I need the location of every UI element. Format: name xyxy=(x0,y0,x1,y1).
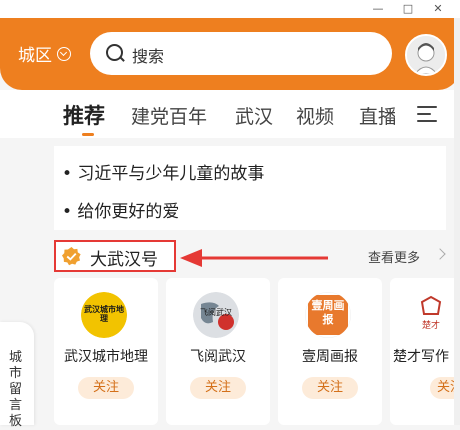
tab-party-centenary[interactable]: 建党百年 xyxy=(131,102,207,129)
account-card[interactable]: 壹周画报 壹周画报 关注 xyxy=(278,278,382,425)
follow-button[interactable]: 关注 xyxy=(78,377,134,399)
menu-icon[interactable] xyxy=(417,106,437,122)
tab-wuhan[interactable]: 武汉 xyxy=(235,102,273,129)
account-name: 壹周画报 xyxy=(302,349,358,365)
logo-text: 武汉城市地理 xyxy=(84,305,124,323)
app-header: 城区 搜索 xyxy=(0,18,460,90)
tab-video[interactable]: 视频 xyxy=(296,102,334,129)
news-item[interactable]: • 习近平与少年儿童的故事 xyxy=(62,159,264,184)
avatar[interactable] xyxy=(405,34,447,76)
search-placeholder: 搜索 xyxy=(132,47,165,66)
city-label: 城区 xyxy=(18,46,52,66)
section-header[interactable]: 大武汉号 xyxy=(54,240,176,272)
maximize-button[interactable]: □ xyxy=(398,1,418,17)
account-name: 武汉城市地理 xyxy=(64,349,148,365)
follow-button[interactable]: 关注 xyxy=(302,377,358,399)
city-message-board-tab[interactable]: 城市留言板 xyxy=(0,322,34,429)
minimize-button[interactable]: — xyxy=(368,1,388,17)
scrollbar[interactable] xyxy=(454,18,460,425)
account-name: 飞阅武汉 xyxy=(190,349,246,365)
search-icon xyxy=(106,44,123,61)
account-card[interactable]: 武汉城市地理 武汉城市地理 关注 xyxy=(54,278,158,425)
news-list: • 习近平与少年儿童的故事 • 给你更好的爱 xyxy=(54,146,446,230)
follow-button[interactable]: 关注 xyxy=(190,377,246,399)
tab-recommend[interactable]: 推荐 xyxy=(63,100,105,130)
account-name: 楚才写作 xyxy=(393,349,449,365)
logo-text: 楚才 xyxy=(421,321,440,331)
channel-tabs: 推荐 建党百年 武汉 视频 直播 xyxy=(0,90,460,138)
window-titlebar: — □ ✕ xyxy=(0,0,460,18)
annotation-arrow-icon xyxy=(180,249,328,267)
search-bar[interactable]: 搜索 xyxy=(90,32,392,75)
news-item[interactable]: • 给你更好的爱 xyxy=(62,197,179,222)
chevron-down-icon xyxy=(57,46,71,61)
close-button[interactable]: ✕ xyxy=(428,1,448,17)
logo-text: 壹周画报 xyxy=(311,299,345,326)
chevron-right-icon[interactable] xyxy=(434,248,446,260)
view-more-link[interactable]: 查看更多 xyxy=(368,247,420,266)
user-avatar-icon xyxy=(407,36,445,74)
city-selector[interactable]: 城区 xyxy=(18,41,71,66)
account-card[interactable]: 飞阅武汉 飞阅武汉 关注 xyxy=(166,278,270,425)
chucai-logo-icon xyxy=(408,292,454,338)
tab-live[interactable]: 直播 xyxy=(359,102,395,129)
verified-badge-icon xyxy=(62,247,81,266)
active-tab-indicator xyxy=(82,133,94,136)
account-card[interactable]: 楚才 楚才写作 关注 xyxy=(390,278,460,425)
section-title: 大武汉号 xyxy=(90,250,158,270)
side-tab-label: 城市留言板 xyxy=(9,350,23,429)
logo-text: 飞阅武汉 xyxy=(200,308,232,317)
